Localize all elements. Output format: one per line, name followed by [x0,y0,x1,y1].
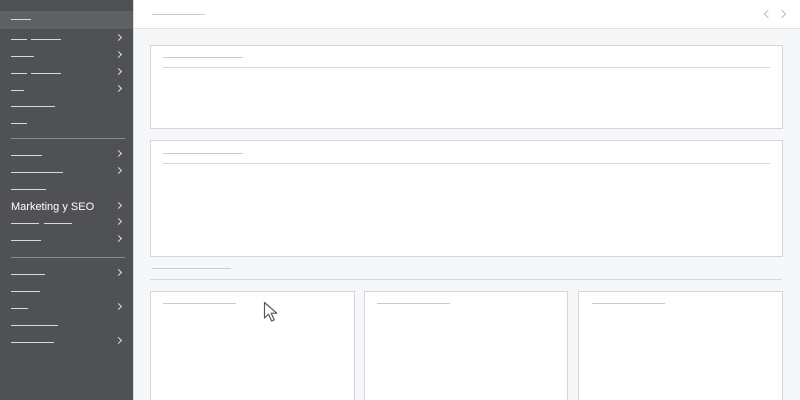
sidebar-item[interactable] [0,181,133,198]
chevron-right-icon [114,201,123,210]
mouse-cursor-icon [263,301,278,322]
card-title [163,303,236,304]
sidebar-item-label [11,274,45,275]
sidebar-item[interactable] [0,215,133,232]
sidebar-edge [133,0,134,400]
sidebar-item-label [31,73,61,74]
sidebar-item[interactable] [0,48,133,65]
sidebar-item[interactable] [0,65,133,82]
chevron-right-icon [114,336,123,345]
sidebar-item-label [31,39,61,40]
chevron-right-icon [114,50,123,59]
sidebar-header[interactable] [0,11,133,29]
chevron-right-icon [114,149,123,158]
sidebar-item[interactable] [0,164,133,181]
sidebar-header-label [11,19,31,20]
sidebar-item-marketing-seo[interactable]: Marketing y SEO [0,199,133,216]
card-title [377,303,450,304]
sidebar-item[interactable] [0,266,133,283]
card-title [592,303,665,304]
sidebar-item-label [11,325,58,326]
sidebar-item[interactable] [0,283,133,300]
content-card [150,45,783,129]
sidebar-item-label [11,73,27,74]
content-card[interactable] [364,291,568,400]
card-title [163,153,243,154]
sidebar-item-label [11,56,34,57]
sidebar-item-label [11,189,46,190]
sidebar-item[interactable] [0,115,133,132]
page-title [152,14,205,15]
sidebar-item[interactable] [0,82,133,99]
sidebar-item-label [11,172,63,173]
sidebar-item[interactable] [0,232,133,249]
chevron-right-icon [114,84,123,93]
sidebar-item[interactable] [0,300,133,317]
sidebar-item-label [11,291,40,292]
chevron-right-icon [114,33,123,42]
sidebar-item-label [11,90,24,91]
content-card [150,140,783,257]
sidebar-item-label: Marketing y SEO [11,201,95,213]
content-card[interactable] [150,291,355,400]
sidebar-item[interactable] [0,31,133,48]
card-divider [163,67,770,68]
sidebar-item-label [44,223,72,224]
chevron-right-icon [114,67,123,76]
sidebar-item[interactable] [0,317,133,334]
chevron-right-icon [114,302,123,311]
card-title [163,57,243,58]
sidebar: Marketing y SEO [0,0,133,400]
chevron-right-icon[interactable] [777,9,787,19]
top-bar [134,0,800,29]
sidebar-item-label [11,223,39,224]
sidebar-item-label [11,155,42,156]
sidebar-item-label [11,308,28,309]
section-title [152,268,231,269]
chevron-right-icon [114,268,123,277]
sidebar-item-label [11,123,27,124]
sidebar-item-label [11,342,54,343]
chevron-right-icon [114,166,123,175]
sidebar-item-label [11,240,41,241]
card-divider [163,163,770,164]
sidebar-item[interactable] [0,334,133,351]
sidebar-item[interactable] [0,147,133,164]
chevron-left-icon[interactable] [763,9,773,19]
sidebar-item[interactable] [0,98,133,115]
sidebar-divider [11,257,125,258]
sidebar-divider [11,138,125,139]
chevron-right-icon [114,234,123,243]
sidebar-item-label [11,39,27,40]
content-card[interactable] [578,291,783,400]
chevron-right-icon [114,217,123,226]
section-divider [150,279,782,280]
sidebar-item-label [11,106,55,107]
